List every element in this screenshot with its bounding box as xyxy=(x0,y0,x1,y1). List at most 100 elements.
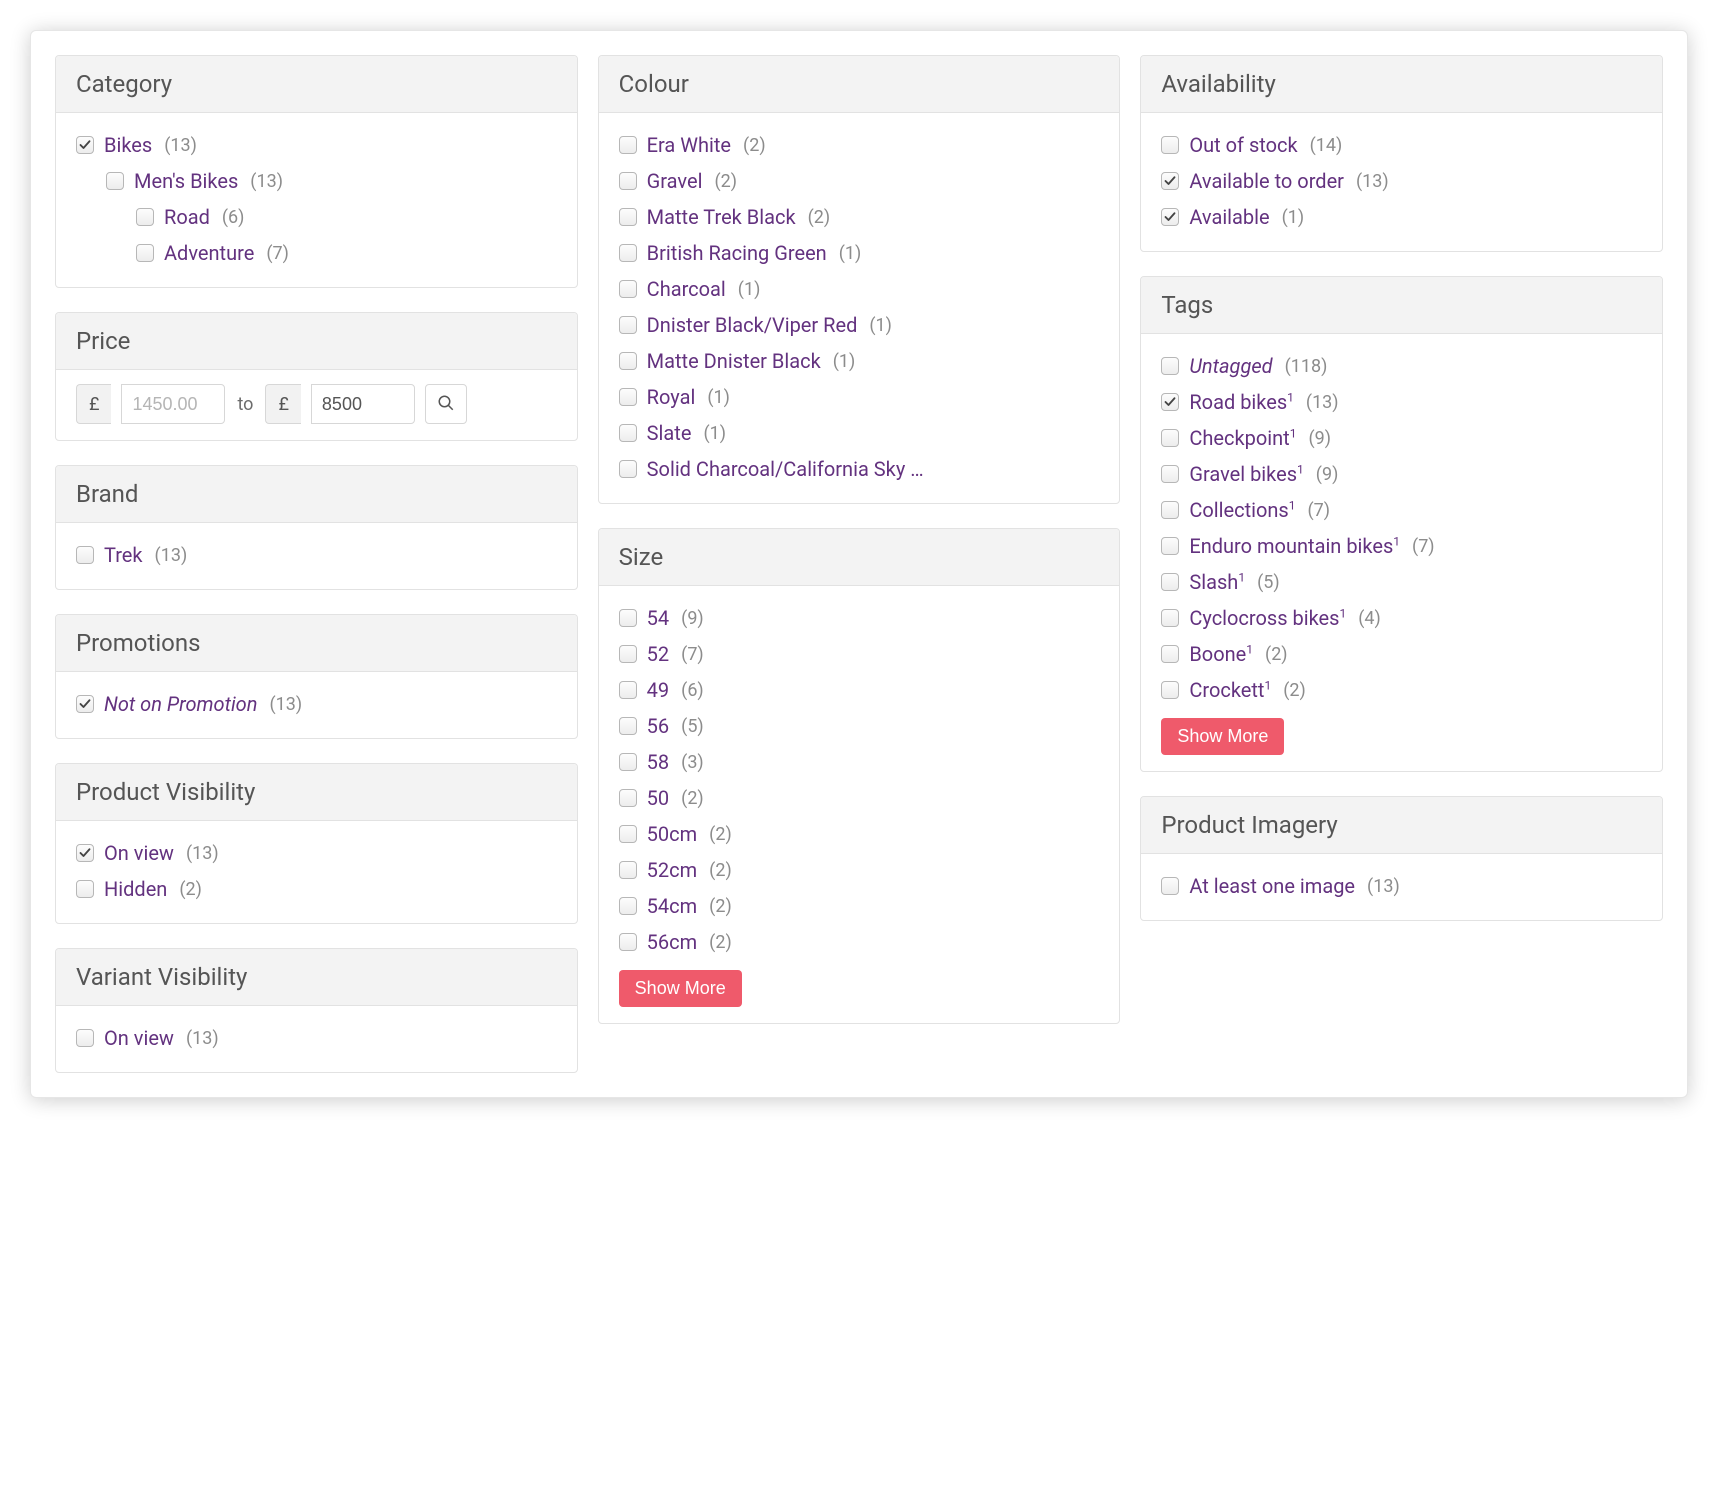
filter-option[interactable]: 56(5) xyxy=(619,708,1100,744)
filter-option-label[interactable]: Solid Charcoal/California Sky … xyxy=(647,454,924,484)
filter-option[interactable]: Bikes(13) xyxy=(76,127,557,163)
filter-option[interactable]: Boone1(2) xyxy=(1161,636,1642,672)
filter-option-label[interactable]: 49 xyxy=(647,675,669,705)
filter-option[interactable]: Gravel bikes1(9) xyxy=(1161,456,1642,492)
filter-option[interactable]: Enduro mountain bikes1(7) xyxy=(1161,528,1642,564)
checkbox[interactable] xyxy=(1161,501,1179,519)
checkbox[interactable] xyxy=(619,136,637,154)
filter-option[interactable]: Era White(2) xyxy=(619,127,1100,163)
checkbox[interactable] xyxy=(136,244,154,262)
checkbox[interactable] xyxy=(1161,429,1179,447)
filter-option-label[interactable]: Royal xyxy=(647,382,696,412)
filter-option[interactable]: British Racing Green(1) xyxy=(619,235,1100,271)
filter-option[interactable]: 50cm(2) xyxy=(619,816,1100,852)
checkbox[interactable] xyxy=(619,645,637,663)
checkbox[interactable] xyxy=(619,208,637,226)
checkbox[interactable] xyxy=(619,681,637,699)
checkbox[interactable] xyxy=(76,136,94,154)
checkbox[interactable] xyxy=(619,609,637,627)
filter-option-label[interactable]: Available xyxy=(1189,202,1269,232)
checkbox[interactable] xyxy=(619,424,637,442)
filter-option[interactable]: Available to order(13) xyxy=(1161,163,1642,199)
filter-option[interactable]: Men's Bikes(13) xyxy=(76,163,557,199)
checkbox[interactable] xyxy=(619,861,637,879)
filter-option-label[interactable]: 52cm xyxy=(647,855,698,885)
filter-option[interactable]: Road(6) xyxy=(76,199,557,235)
filter-option[interactable]: Road bikes1(13) xyxy=(1161,384,1642,420)
filter-option-label[interactable]: 56 xyxy=(647,711,669,741)
filter-option[interactable]: Crockett1(2) xyxy=(1161,672,1642,708)
filter-option-label[interactable]: 56cm xyxy=(647,927,698,957)
checkbox[interactable] xyxy=(619,789,637,807)
price-from-input[interactable] xyxy=(121,384,225,424)
filter-option-label[interactable]: At least one image xyxy=(1189,871,1355,901)
checkbox[interactable] xyxy=(1161,465,1179,483)
checkbox[interactable] xyxy=(106,172,124,190)
filter-option[interactable]: 58(3) xyxy=(619,744,1100,780)
checkbox[interactable] xyxy=(619,897,637,915)
price-search-button[interactable] xyxy=(425,384,467,424)
checkbox[interactable] xyxy=(76,695,94,713)
filter-option-label[interactable]: Available to order xyxy=(1189,166,1344,196)
filter-option-label[interactable]: Slate xyxy=(647,418,692,448)
checkbox[interactable] xyxy=(619,244,637,262)
checkbox[interactable] xyxy=(1161,172,1179,190)
filter-option-label[interactable]: Crockett1 xyxy=(1189,675,1271,705)
filter-option-label[interactable]: Boone1 xyxy=(1189,639,1253,669)
filter-option[interactable]: 54(9) xyxy=(619,600,1100,636)
filter-option[interactable]: Royal(1) xyxy=(619,379,1100,415)
checkbox[interactable] xyxy=(619,825,637,843)
filter-option[interactable]: 52cm(2) xyxy=(619,852,1100,888)
filter-option[interactable]: Out of stock(14) xyxy=(1161,127,1642,163)
filter-option[interactable]: Adventure(7) xyxy=(76,235,557,271)
filter-option-label[interactable]: Era White xyxy=(647,130,731,160)
checkbox[interactable] xyxy=(76,844,94,862)
filter-option[interactable]: Charcoal(1) xyxy=(619,271,1100,307)
filter-option-label[interactable]: On view xyxy=(104,1023,174,1053)
filter-option-label[interactable]: Adventure xyxy=(164,238,254,268)
checkbox[interactable] xyxy=(619,717,637,735)
checkbox[interactable] xyxy=(619,388,637,406)
checkbox[interactable] xyxy=(619,172,637,190)
filter-option-label[interactable]: Dnister Black/Viper Red xyxy=(647,310,858,340)
checkbox[interactable] xyxy=(619,753,637,771)
checkbox[interactable] xyxy=(76,546,94,564)
checkbox[interactable] xyxy=(1161,609,1179,627)
filter-option-label[interactable]: Collections1 xyxy=(1189,495,1295,525)
filter-option[interactable]: Matte Dnister Black(1) xyxy=(619,343,1100,379)
checkbox[interactable] xyxy=(1161,681,1179,699)
checkbox[interactable] xyxy=(1161,208,1179,226)
filter-option-label[interactable]: Road xyxy=(164,202,210,232)
checkbox[interactable] xyxy=(76,1029,94,1047)
filter-option-label[interactable]: Trek xyxy=(104,540,143,570)
filter-option[interactable]: Matte Trek Black(2) xyxy=(619,199,1100,235)
checkbox[interactable] xyxy=(619,280,637,298)
filter-option-label[interactable]: Untagged xyxy=(1189,351,1272,381)
filter-option[interactable]: 50(2) xyxy=(619,780,1100,816)
filter-option-label[interactable]: Not on Promotion xyxy=(104,689,257,719)
filter-option-label[interactable]: Hidden xyxy=(104,874,167,904)
filter-option[interactable]: Gravel(2) xyxy=(619,163,1100,199)
filter-option-label[interactable]: 54 xyxy=(647,603,669,633)
checkbox[interactable] xyxy=(1161,573,1179,591)
filter-option-label[interactable]: Out of stock xyxy=(1189,130,1297,160)
filter-option-label[interactable]: Slash1 xyxy=(1189,567,1245,597)
show-more-size[interactable]: Show More xyxy=(619,970,742,1007)
filter-option-label[interactable]: Charcoal xyxy=(647,274,726,304)
filter-option[interactable]: Solid Charcoal/California Sky … xyxy=(619,451,1100,487)
filter-option[interactable]: 54cm(2) xyxy=(619,888,1100,924)
checkbox[interactable] xyxy=(1161,877,1179,895)
show-more-tags[interactable]: Show More xyxy=(1161,718,1284,755)
filter-option[interactable]: 52(7) xyxy=(619,636,1100,672)
checkbox[interactable] xyxy=(1161,645,1179,663)
filter-option-label[interactable]: On view xyxy=(104,838,174,868)
filter-option[interactable]: Slate(1) xyxy=(619,415,1100,451)
filter-option[interactable]: On view(13) xyxy=(76,1020,557,1056)
filter-option[interactable]: 49(6) xyxy=(619,672,1100,708)
filter-option[interactable]: At least one image(13) xyxy=(1161,868,1642,904)
filter-option[interactable]: Trek(13) xyxy=(76,537,557,573)
filter-option-label[interactable]: Matte Trek Black xyxy=(647,202,796,232)
filter-option-label[interactable]: 50 xyxy=(647,783,669,813)
checkbox[interactable] xyxy=(619,316,637,334)
filter-option[interactable]: Dnister Black/Viper Red(1) xyxy=(619,307,1100,343)
